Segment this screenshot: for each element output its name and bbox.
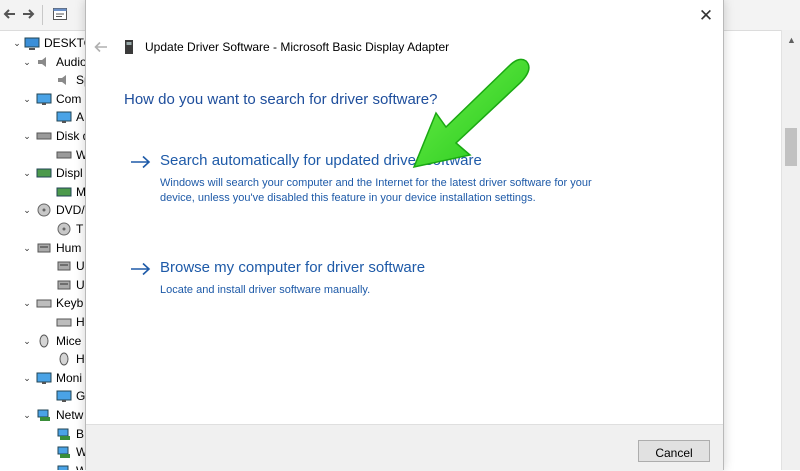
scroll-thumb[interactable] bbox=[785, 128, 797, 166]
tree-item-label: T bbox=[76, 222, 84, 236]
tree-item-label: G bbox=[76, 389, 86, 404]
option-title[interactable]: Browse my computer for driver software bbox=[160, 259, 425, 276]
chevron-down-icon[interactable]: ⌄ bbox=[22, 201, 32, 219]
tree-item-label: Displ bbox=[56, 166, 83, 181]
speaker-icon bbox=[58, 75, 66, 86]
properties-icon[interactable] bbox=[52, 6, 68, 22]
toolbar-separator bbox=[42, 5, 43, 25]
tree-item-label: DESKTOP bbox=[44, 36, 90, 50]
monitor-icon bbox=[56, 111, 72, 124]
display-adapter-icon bbox=[56, 187, 72, 197]
keyboard-icon bbox=[56, 318, 72, 327]
chevron-down-icon[interactable]: ⌄ bbox=[22, 53, 32, 71]
back-icon[interactable] bbox=[2, 6, 18, 22]
tree-item-label: Keyb bbox=[56, 296, 84, 311]
forward-icon[interactable] bbox=[20, 6, 36, 22]
chevron-down-icon[interactable]: ⌄ bbox=[22, 294, 32, 312]
tree-item-label: Hum bbox=[56, 240, 82, 255]
scroll-up-icon[interactable]: ▲ bbox=[782, 32, 800, 48]
hid-icon bbox=[57, 261, 71, 271]
chevron-down-icon[interactable]: ⌄ bbox=[22, 332, 32, 350]
computer-icon bbox=[24, 37, 40, 50]
tree-item-label: U bbox=[76, 277, 85, 292]
search-automatically-option[interactable]: Search automatically for updated driver … bbox=[130, 152, 650, 224]
display-adapter-icon bbox=[36, 168, 52, 178]
tree-item-label: Audio bbox=[56, 54, 87, 69]
chevron-down-icon[interactable]: ⌄ bbox=[22, 90, 32, 108]
tree-item-label: U bbox=[76, 259, 85, 274]
tree-item-label: DVD/ bbox=[56, 203, 85, 218]
hid-icon bbox=[37, 243, 51, 253]
mouse-icon bbox=[39, 334, 49, 348]
chevron-down-icon[interactable]: ⌄ bbox=[22, 369, 32, 387]
chevron-down-icon[interactable]: ⌄ bbox=[22, 164, 32, 182]
display-adapter-icon bbox=[125, 40, 133, 54]
network-icon bbox=[57, 446, 70, 459]
back-arrow-icon[interactable] bbox=[92, 38, 110, 56]
cancel-button[interactable]: Cancel bbox=[638, 440, 710, 462]
dvd-icon bbox=[57, 222, 71, 236]
tree-item-label: A bbox=[76, 110, 85, 125]
monitor-icon bbox=[56, 390, 72, 403]
network-icon bbox=[57, 428, 70, 440]
monitor-icon bbox=[36, 372, 52, 384]
tree-item-label: B bbox=[76, 426, 85, 441]
mouse-icon bbox=[59, 352, 69, 366]
tree-item-label: Moni bbox=[56, 370, 83, 385]
chevron-down-icon[interactable]: ⌄ bbox=[12, 34, 22, 52]
page-heading: How do you want to search for driver sof… bbox=[124, 91, 438, 108]
option-description: Windows will search your computer and th… bbox=[160, 177, 592, 204]
dialog-title: Update Driver Software - Microsoft Basic… bbox=[145, 40, 450, 54]
network-icon bbox=[57, 465, 69, 470]
arrow-right-icon bbox=[131, 155, 151, 169]
tree-item-label: Mice bbox=[56, 333, 82, 348]
hid-icon bbox=[57, 280, 71, 290]
device-tree: ⌄DESKTOP⌄AudioSp⌄ComA⌄Disk dW⌄DisplM⌄DVD… bbox=[0, 34, 90, 470]
arrow-right-icon bbox=[131, 262, 151, 276]
network-icon bbox=[37, 409, 50, 421]
close-button[interactable]: ✕ bbox=[694, 5, 718, 27]
vertical-scrollbar[interactable]: ▲ bbox=[781, 30, 800, 470]
tree-item-label: Netw bbox=[56, 408, 84, 422]
disk-icon bbox=[56, 151, 72, 159]
dialog-footer: Cancel bbox=[86, 424, 723, 471]
tree-item-label: H bbox=[76, 352, 85, 367]
chevron-down-icon[interactable]: ⌄ bbox=[22, 239, 32, 257]
tree-item-label: Com bbox=[56, 91, 82, 106]
browse-computer-option[interactable]: Browse my computer for driver software L… bbox=[130, 259, 650, 299]
annotation-arrow-icon bbox=[412, 58, 530, 169]
chevron-down-icon[interactable]: ⌄ bbox=[22, 406, 32, 424]
option-description: Locate and install driver software manua… bbox=[160, 284, 371, 296]
keyboard-icon bbox=[36, 299, 52, 308]
tree-item-label: H bbox=[76, 315, 85, 329]
disk-icon bbox=[36, 132, 52, 140]
dvd-icon bbox=[37, 203, 51, 217]
monitor-icon bbox=[36, 93, 52, 105]
chevron-down-icon[interactable]: ⌄ bbox=[22, 127, 32, 145]
speaker-icon bbox=[38, 56, 46, 67]
